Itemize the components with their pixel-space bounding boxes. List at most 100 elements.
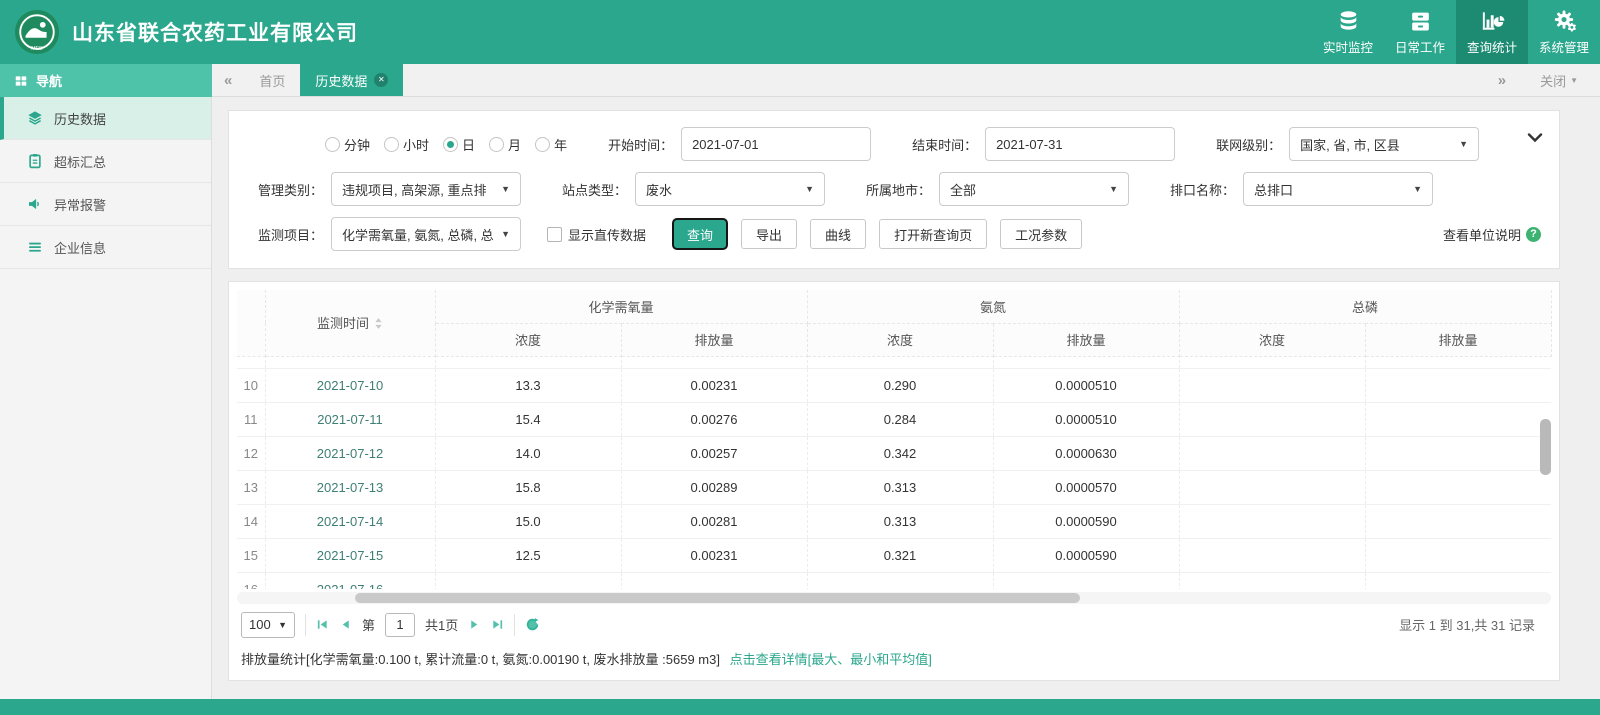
radio-icon[interactable] xyxy=(489,136,505,152)
export-button[interactable]: 导出 xyxy=(741,219,798,249)
site-type-select[interactable]: 废水 ▼ xyxy=(635,172,825,206)
start-time-input[interactable] xyxy=(681,127,872,161)
sidebar-item-企业信息[interactable]: 企业信息 xyxy=(0,226,211,269)
prev-page-button[interactable] xyxy=(339,618,352,631)
help-icon[interactable]: ? xyxy=(1526,226,1541,242)
radio-icon[interactable] xyxy=(325,136,340,152)
row-number-cell: 10 xyxy=(237,368,266,403)
page-size-select[interactable]: 100 ▼ xyxy=(241,611,295,638)
period-radio-label: 日 xyxy=(462,137,476,153)
horizontal-scrollbar-thumb[interactable] xyxy=(355,592,1080,603)
horizontal-scrollbar[interactable] xyxy=(237,591,1551,604)
monitor-date-link[interactable]: 2021-07-11 xyxy=(265,402,436,437)
table-row: 15 2021-07-15 12.5 0.00231 0.321 0.0000590 xyxy=(237,538,1551,573)
tab-home[interactable]: 首页 xyxy=(244,64,300,96)
speaker-icon xyxy=(26,195,44,213)
period-radio-日[interactable]: 日 xyxy=(443,135,475,154)
page-size-value: 100 xyxy=(249,617,271,632)
row-number-cell: 13 xyxy=(237,470,266,505)
row-number-cell: 9 xyxy=(237,356,266,369)
next-page-button[interactable] xyxy=(468,618,481,631)
page-number-input[interactable] xyxy=(385,612,416,637)
value-cell: 0.00231 xyxy=(621,368,808,403)
stats-detail-link[interactable]: 点击查看详情[最大、最小和平均值] xyxy=(730,652,932,667)
city-label: 所属地市： xyxy=(865,182,931,198)
value-cell: 0.00231 xyxy=(621,538,808,573)
period-radio-月[interactable]: 月 xyxy=(489,135,521,154)
value-cell xyxy=(1179,436,1366,471)
sub-header-氨氮-浓度: 浓度 xyxy=(806,323,994,357)
value-cell: 0.400 xyxy=(807,356,994,369)
sidebar-item-label: 企业信息 xyxy=(54,240,107,256)
value-cell: 0.0000590 xyxy=(993,504,1180,539)
top-nav-item-日常工作[interactable]: 日常工作 xyxy=(1384,0,1456,64)
top-nav-label: 实时监控 xyxy=(1322,40,1373,55)
value-cell: 0.313 xyxy=(807,470,994,505)
end-time-input[interactable] xyxy=(985,127,1176,161)
network-level-select[interactable]: 国家, 省, 市, 区县 ▼ xyxy=(1289,127,1480,161)
period-radio-小时[interactable]: 小时 xyxy=(384,135,429,154)
collapse-panel-icon[interactable] xyxy=(1527,131,1543,146)
direct-data-checkbox[interactable] xyxy=(547,226,562,242)
monitor-date-link[interactable]: 2021-07-12 xyxy=(265,436,436,471)
tab-history-data[interactable]: 历史数据 ✕ xyxy=(300,64,404,96)
new-query-page-button[interactable]: 打开新查询页 xyxy=(879,219,988,249)
radio-icon[interactable] xyxy=(384,136,400,152)
first-page-button[interactable] xyxy=(316,618,329,631)
value-cell xyxy=(1179,356,1366,369)
value-cell xyxy=(1365,470,1551,505)
unit-help-link[interactable]: 查看单位说明 ? xyxy=(1443,225,1545,244)
refresh-icon[interactable] xyxy=(525,617,540,632)
monitor-date-link[interactable]: 2021-07-15 xyxy=(265,538,436,573)
condition-params-button[interactable]: 工况参数 xyxy=(1000,219,1083,249)
city-select[interactable]: 全部 ▼ xyxy=(939,172,1129,206)
sidebar: 历史数据 超标汇总 异常报警企业信息 xyxy=(0,97,212,699)
tabs-scroll-left-icon[interactable]: « xyxy=(212,64,244,96)
top-nav-item-查询统计[interactable]: 查询统计 xyxy=(1456,0,1528,64)
tab-close-icon[interactable]: ✕ xyxy=(374,73,389,87)
curve-button[interactable]: 曲线 xyxy=(810,219,867,249)
period-radio-分钟[interactable]: 分钟 xyxy=(325,135,370,154)
monitor-date-link[interactable]: 2021-07-13 xyxy=(265,470,436,505)
chart-icon xyxy=(1480,9,1505,34)
value-cell xyxy=(1365,504,1551,539)
monitor-date-link[interactable]: 2021-07-14 xyxy=(265,504,436,539)
value-cell xyxy=(435,572,622,589)
second-band: 导航 « 首页 历史数据 ✕ » 关闭 ▼ xyxy=(0,64,1600,97)
monitor-date-link[interactable]: 2021-07-10 xyxy=(265,368,436,403)
sub-header-总磷-排放量: 排放量 xyxy=(1364,323,1552,357)
radio-icon[interactable] xyxy=(443,136,459,152)
outlet-name-select[interactable]: 总排口 ▼ xyxy=(1243,172,1433,206)
row-number-header xyxy=(237,290,266,357)
radio-icon[interactable] xyxy=(535,136,551,152)
top-nav-item-系统管理[interactable]: 系统管理 xyxy=(1528,0,1600,64)
table-row: 162021-07-16 xyxy=(237,572,1551,589)
page-suffix: 共1页 xyxy=(425,618,459,633)
select-caret-icon: ▼ xyxy=(278,619,287,630)
value-cell: 13.3 xyxy=(435,368,622,403)
table-row: 10 2021-07-10 13.3 0.00231 0.290 0.0000510 xyxy=(237,368,1551,403)
value-cell xyxy=(1365,572,1551,589)
pagination-bar: 100 ▼ 第 共1页 xyxy=(237,606,1551,642)
monitor-items-select[interactable]: 化学需氧量, 氨氮, 总磷, 总 ▼ xyxy=(331,217,521,251)
query-button[interactable]: 查询 xyxy=(672,218,729,250)
footer-bar xyxy=(0,699,1600,715)
direct-data-checkbox-row[interactable]: 显示直传数据 xyxy=(547,225,646,244)
close-tabs-menu[interactable]: 关闭 ▼ xyxy=(1540,71,1578,90)
top-nav: 实时监控 日常工作 查询统计 系统管理 xyxy=(1312,0,1600,64)
monitor-date-link[interactable]: 2021-07-09 xyxy=(265,356,436,369)
network-level-label: 联网级别： xyxy=(1216,137,1282,153)
mee-logo-icon: MEE xyxy=(14,9,60,55)
tabs-scroll-right-icon[interactable]: » xyxy=(1486,72,1518,89)
top-nav-item-实时监控[interactable]: 实时监控 xyxy=(1312,0,1384,64)
sidebar-item-历史数据[interactable]: 历史数据 xyxy=(0,97,211,140)
sidebar-item-异常报警[interactable]: 异常报警 xyxy=(0,183,211,226)
period-radio-年[interactable]: 年 xyxy=(535,135,567,154)
sort-icon[interactable] xyxy=(374,317,383,333)
monitor-time-header[interactable]: 监测时间 xyxy=(264,290,436,357)
monitor-date-link[interactable]: 2021-07-16 xyxy=(265,572,436,589)
last-page-button[interactable] xyxy=(491,618,504,631)
vertical-scrollbar-thumb[interactable] xyxy=(1540,418,1551,475)
sidebar-item-超标汇总[interactable]: 超标汇总 xyxy=(0,140,211,183)
mgmt-category-select[interactable]: 违规项目, 高架源, 重点排 ▼ xyxy=(331,172,521,206)
